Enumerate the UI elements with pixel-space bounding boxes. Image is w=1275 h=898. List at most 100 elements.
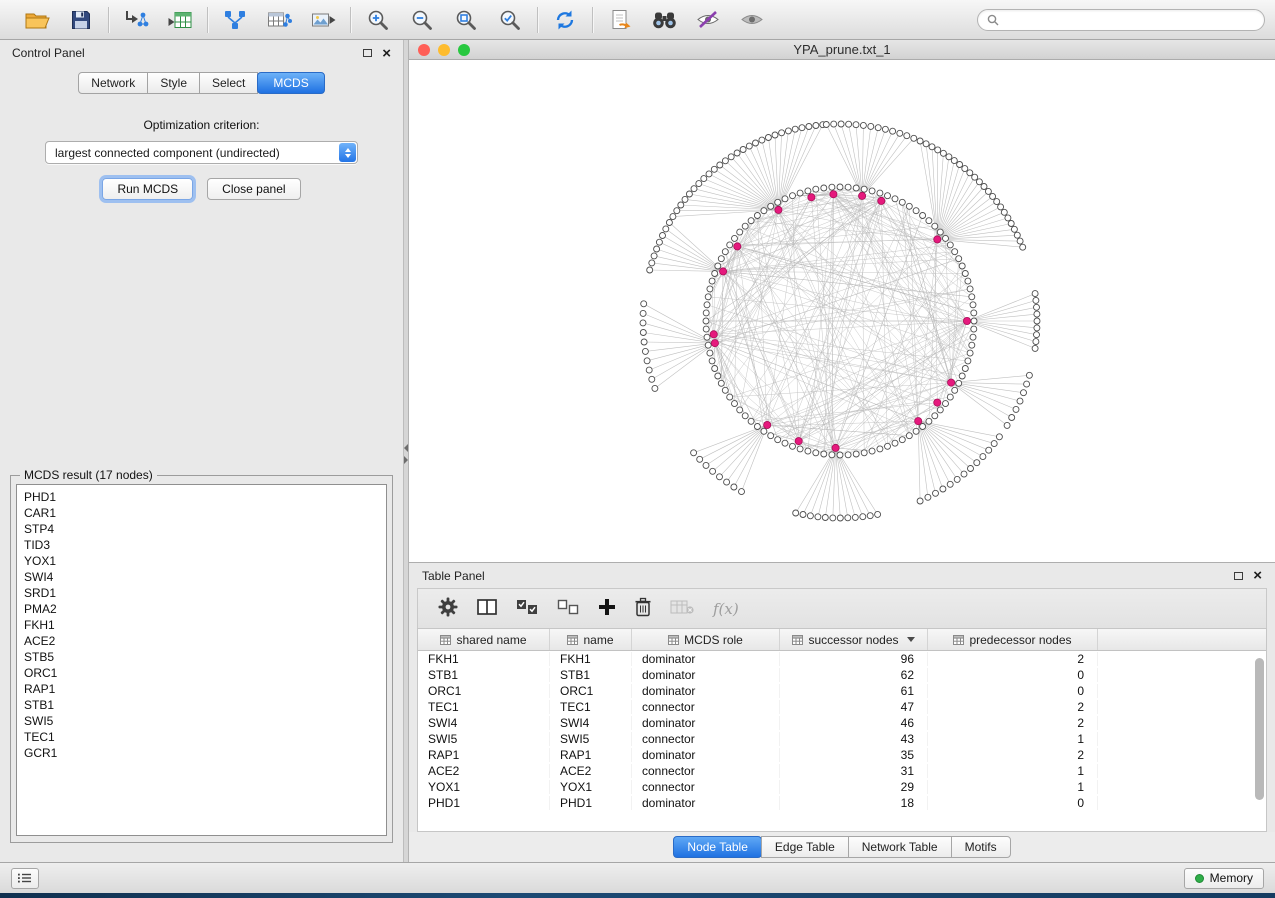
network-hub-FKH1[interactable] bbox=[775, 206, 782, 213]
network-hub-PHD1[interactable] bbox=[948, 379, 955, 386]
network-node[interactable] bbox=[775, 437, 781, 443]
network-node[interactable] bbox=[946, 154, 952, 160]
network-node[interactable] bbox=[962, 366, 968, 372]
network-node[interactable] bbox=[759, 137, 765, 143]
table-row[interactable]: SWI4SWI4dominator462 bbox=[418, 715, 1266, 731]
network-node[interactable] bbox=[875, 125, 881, 131]
network-node[interactable] bbox=[821, 185, 827, 191]
network-node[interactable] bbox=[732, 401, 738, 407]
network-node[interactable] bbox=[799, 125, 805, 131]
network-node[interactable] bbox=[926, 218, 932, 224]
network-node[interactable] bbox=[761, 428, 767, 434]
tab-network[interactable]: Network bbox=[78, 72, 148, 94]
network-node[interactable] bbox=[792, 126, 798, 132]
minimize-window-traffic-light[interactable] bbox=[438, 44, 450, 56]
memory-button[interactable]: Memory bbox=[1184, 868, 1264, 889]
network-node[interactable] bbox=[640, 320, 646, 326]
network-node[interactable] bbox=[805, 188, 811, 194]
network-node[interactable] bbox=[952, 249, 958, 255]
network-node[interactable] bbox=[646, 367, 652, 373]
delete-column-button[interactable] bbox=[635, 597, 651, 620]
network-hub-ORC1[interactable] bbox=[859, 192, 866, 199]
network-node[interactable] bbox=[920, 213, 926, 219]
network-node[interactable] bbox=[649, 376, 655, 382]
network-node[interactable] bbox=[970, 334, 976, 340]
network-node[interactable] bbox=[660, 233, 666, 239]
network-node[interactable] bbox=[980, 454, 986, 460]
network-node[interactable] bbox=[727, 394, 733, 400]
mcds-result-item[interactable]: YOX1 bbox=[24, 553, 386, 569]
network-node[interactable] bbox=[1009, 415, 1015, 421]
network-node[interactable] bbox=[923, 141, 929, 147]
open-session-button[interactable] bbox=[20, 5, 54, 35]
mcds-result-item[interactable]: ACE2 bbox=[24, 633, 386, 649]
network-hub-CAR1[interactable] bbox=[808, 194, 815, 201]
network-node[interactable] bbox=[724, 479, 730, 485]
network-node[interactable] bbox=[970, 302, 976, 308]
network-node[interactable] bbox=[718, 380, 724, 386]
network-node[interactable] bbox=[711, 166, 717, 172]
table-row[interactable]: RAP1RAP1dominator352 bbox=[418, 747, 1266, 763]
network-node[interactable] bbox=[845, 184, 851, 190]
network-node[interactable] bbox=[731, 484, 737, 490]
network-node[interactable] bbox=[967, 350, 973, 356]
share-document-button[interactable] bbox=[603, 5, 637, 35]
network-node[interactable] bbox=[861, 450, 867, 456]
network-node[interactable] bbox=[779, 130, 785, 136]
network-node[interactable] bbox=[929, 144, 935, 150]
network-node[interactable] bbox=[932, 223, 938, 229]
network-node[interactable] bbox=[1034, 304, 1040, 310]
network-node[interactable] bbox=[813, 450, 819, 456]
network-node[interactable] bbox=[1024, 381, 1030, 387]
network-node[interactable] bbox=[904, 133, 910, 139]
network-node[interactable] bbox=[967, 170, 973, 176]
table-row[interactable]: STB1STB1dominator620 bbox=[418, 667, 1266, 683]
close-panel-icon[interactable]: × bbox=[382, 46, 391, 61]
network-node[interactable] bbox=[846, 121, 852, 127]
network-node[interactable] bbox=[985, 188, 991, 194]
network-node[interactable] bbox=[959, 263, 965, 269]
network-node[interactable] bbox=[885, 193, 891, 199]
save-session-button[interactable] bbox=[64, 5, 98, 35]
network-node[interactable] bbox=[1014, 232, 1020, 238]
network-node[interactable] bbox=[956, 256, 962, 262]
network-hub-STB5[interactable] bbox=[934, 399, 941, 406]
network-node[interactable] bbox=[823, 122, 829, 128]
network-node[interactable] bbox=[1004, 422, 1010, 428]
float-table-panel-icon[interactable] bbox=[1234, 572, 1243, 580]
column-header-MCDS-role[interactable]: MCDS role bbox=[632, 629, 780, 650]
network-node[interactable] bbox=[703, 326, 709, 332]
network-node[interactable] bbox=[1017, 238, 1023, 244]
close-window-traffic-light[interactable] bbox=[418, 44, 430, 56]
network-node[interactable] bbox=[647, 267, 653, 273]
network-node[interactable] bbox=[965, 278, 971, 284]
network-node[interactable] bbox=[1017, 398, 1023, 404]
network-node[interactable] bbox=[674, 208, 680, 214]
network-node[interactable] bbox=[737, 407, 743, 413]
table-row[interactable]: ORC1ORC1dominator610 bbox=[418, 683, 1266, 699]
network-node[interactable] bbox=[707, 350, 713, 356]
network-hub-RAP1[interactable] bbox=[963, 317, 970, 324]
network-node[interactable] bbox=[644, 358, 650, 364]
network-node[interactable] bbox=[1032, 345, 1038, 351]
network-node[interactable] bbox=[956, 380, 962, 386]
network-node[interactable] bbox=[701, 176, 707, 182]
network-node[interactable] bbox=[861, 186, 867, 192]
network-node[interactable] bbox=[954, 476, 960, 482]
network-hub-PMA2[interactable] bbox=[795, 438, 802, 445]
show-columns-button[interactable] bbox=[477, 598, 497, 619]
unselect-all-columns-button[interactable] bbox=[557, 599, 579, 618]
network-graph[interactable] bbox=[409, 60, 1275, 562]
zoom-fit-button[interactable] bbox=[449, 5, 483, 35]
network-node[interactable] bbox=[917, 138, 923, 144]
network-node[interactable] bbox=[782, 196, 788, 202]
network-node[interactable] bbox=[709, 358, 715, 364]
network-node[interactable] bbox=[940, 486, 946, 492]
tab-select[interactable]: Select bbox=[199, 72, 258, 94]
network-node[interactable] bbox=[875, 511, 881, 517]
network-node[interactable] bbox=[947, 394, 953, 400]
network-node[interactable] bbox=[892, 196, 898, 202]
network-hub-TID3[interactable] bbox=[878, 197, 885, 204]
network-node[interactable] bbox=[640, 310, 646, 316]
mcds-result-item[interactable]: STP4 bbox=[24, 521, 386, 537]
